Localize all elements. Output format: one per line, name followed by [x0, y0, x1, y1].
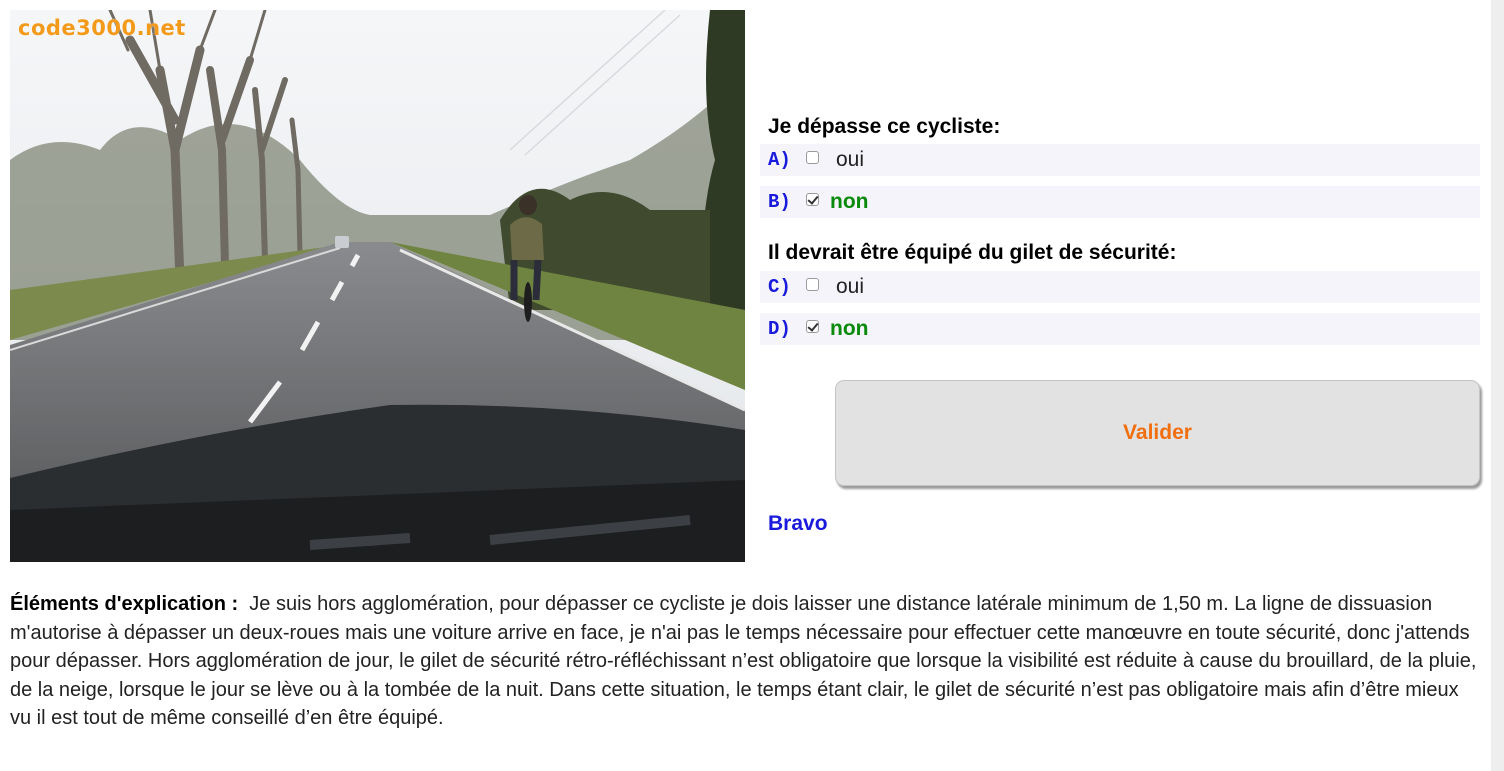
question-1-text: Je dépasse ce cycliste:	[768, 115, 1001, 138]
answer-checkbox-c[interactable]	[806, 277, 819, 291]
answer-option-a[interactable]: A) oui	[760, 144, 1480, 176]
answer-checkbox-b[interactable]	[806, 192, 819, 206]
result-message: Bravo	[768, 512, 828, 535]
page-scrollbar-track	[1491, 0, 1504, 771]
answer-label: oui	[836, 148, 865, 171]
question-2-text: Il devrait être équipé du gilet de sécur…	[768, 241, 1177, 264]
explanation-label: Éléments d'explication :	[10, 593, 239, 615]
answer-letter: A)	[768, 149, 791, 171]
watermark-logo: code3000.net	[18, 16, 186, 40]
answer-option-d[interactable]: D) non	[760, 313, 1480, 345]
answer-checkbox-a[interactable]	[806, 150, 819, 164]
answer-label: non	[830, 317, 869, 340]
answer-option-b[interactable]: B) non	[760, 186, 1480, 218]
question-photo: code3000.net	[10, 10, 745, 562]
explanation-paragraph: Éléments d'explication : Je suis hors ag…	[10, 590, 1480, 733]
answer-letter: B)	[768, 191, 791, 213]
answer-checkbox-d[interactable]	[806, 319, 819, 333]
road-scene-image	[10, 10, 745, 562]
answer-label: non	[830, 190, 869, 213]
answer-letter: C)	[768, 276, 791, 298]
answer-letter: D)	[768, 318, 791, 340]
validate-button[interactable]: Valider	[835, 380, 1480, 486]
answer-option-c[interactable]: C) oui	[760, 271, 1480, 303]
answer-label: oui	[836, 275, 865, 298]
